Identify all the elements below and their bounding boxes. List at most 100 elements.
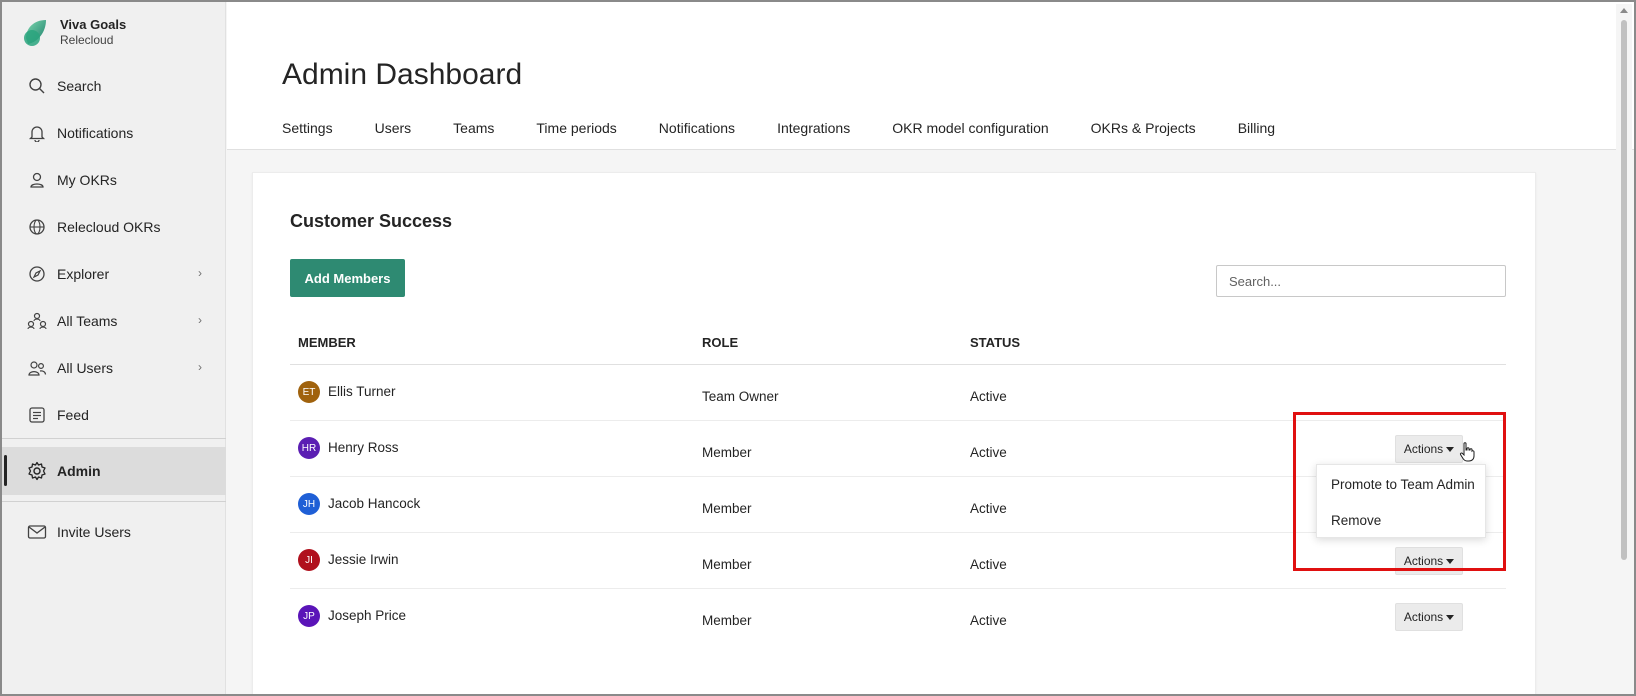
tab-billing[interactable]: Billing (1238, 120, 1275, 136)
member-role: Team Owner (702, 389, 779, 404)
chevron-right-icon: › (198, 313, 202, 327)
column-header-status: STATUS (970, 335, 1021, 350)
tab-notifications[interactable]: Notifications (659, 120, 735, 136)
scroll-up-arrow-icon[interactable] (1620, 8, 1628, 13)
team-members-card: Customer Success Add Members MEMBER ROLE… (252, 172, 1536, 694)
actions-label: Actions (1403, 554, 1444, 568)
tab-integrations[interactable]: Integrations (777, 120, 850, 136)
search-icon (26, 75, 48, 97)
person-icon (26, 169, 48, 191)
actions-button[interactable]: Actions (1395, 435, 1463, 463)
sidebar-item-explorer[interactable]: Explorer › (2, 250, 226, 297)
table-header: MEMBER ROLE STATUS (290, 313, 1506, 365)
actions-label: Actions (1403, 610, 1444, 624)
app-window: Viva Goals Relecloud Search Notification… (0, 0, 1636, 696)
sidebar-item-label: Relecloud OKRs (57, 218, 161, 235)
sidebar-item-label: Explorer (57, 265, 110, 282)
page-title: Admin Dashboard (282, 58, 523, 91)
sidebar-item-admin[interactable]: Admin (2, 447, 226, 495)
sidebar-item-label: Feed (57, 406, 89, 423)
sidebar-item-relecloud-okrs[interactable]: Relecloud OKRs (2, 203, 226, 250)
actions-button[interactable]: Actions (1395, 603, 1463, 631)
sidebar-item-my-okrs[interactable]: My OKRs (2, 156, 226, 203)
member-role: Member (702, 613, 752, 628)
users-icon (26, 357, 48, 379)
sidebar-item-label: All Teams (57, 312, 118, 329)
tab-teams[interactable]: Teams (453, 120, 494, 136)
avatar: ET (298, 381, 320, 403)
actions-dropdown-menu: Promote to Team Admin Remove (1316, 464, 1486, 538)
chevron-right-icon: › (198, 360, 202, 374)
member-name: Joseph Price (328, 608, 407, 623)
brand-name: Viva Goals (60, 16, 127, 32)
caret-down-icon (1446, 614, 1455, 620)
member-name: Jacob Hancock (328, 496, 421, 511)
brand-org: Relecloud (60, 32, 114, 47)
sidebar-item-all-users[interactable]: All Users › (2, 344, 226, 391)
caret-down-icon (1446, 558, 1455, 564)
sidebar-item-label: Search (57, 77, 102, 94)
search-input[interactable] (1216, 265, 1506, 297)
sidebar-item-label: Admin (57, 463, 101, 479)
table-row: JP Joseph Price Member Active Actions (290, 589, 1506, 645)
menu-item-promote-to-team-admin[interactable]: Promote to Team Admin (1331, 477, 1475, 492)
member-role: Member (702, 557, 752, 572)
sidebar: Viva Goals Relecloud Search Notification… (2, 2, 226, 694)
member-name: Ellis Turner (328, 384, 396, 399)
avatar: JI (298, 549, 320, 571)
table-row: ET Ellis Turner Team Owner Active (290, 365, 1506, 421)
tab-okrs-projects[interactable]: OKRs & Projects (1091, 120, 1196, 136)
tab-settings[interactable]: Settings (282, 120, 333, 136)
scroll-thumb[interactable] (1621, 20, 1627, 560)
avatar: JP (298, 605, 320, 627)
sidebar-item-search[interactable]: Search (2, 62, 226, 109)
actions-label: Actions (1403, 442, 1444, 456)
member-name: Jessie Irwin (328, 552, 399, 567)
chevron-right-icon: › (198, 266, 202, 280)
sidebar-item-all-teams[interactable]: All Teams › (2, 297, 226, 344)
viva-goals-logo (24, 20, 46, 46)
member-status: Active (970, 389, 1007, 404)
page-header: Admin Dashboard Settings Users Teams Tim… (227, 2, 1634, 150)
sidebar-divider (2, 501, 226, 502)
admin-tabs: Settings Users Teams Time periods Notifi… (282, 120, 1317, 136)
member-role: Member (702, 501, 752, 516)
member-name: Henry Ross (328, 440, 399, 455)
feed-icon (26, 404, 48, 426)
column-header-member: MEMBER (298, 335, 356, 350)
team-title: Customer Success (290, 211, 453, 231)
tab-users[interactable]: Users (375, 120, 412, 136)
sidebar-item-notifications[interactable]: Notifications (2, 109, 226, 156)
add-members-button[interactable]: Add Members (290, 259, 405, 297)
sidebar-item-feed[interactable]: Feed (2, 391, 226, 438)
hand-cursor-icon (1459, 442, 1475, 462)
sidebar-item-invite-users[interactable]: Invite Users (2, 508, 226, 555)
member-status: Active (970, 613, 1007, 628)
sidebar-item-label: All Users (57, 359, 114, 376)
teams-icon (26, 310, 48, 332)
table-row: JI Jessie Irwin Member Active Actions (290, 533, 1506, 589)
actions-button[interactable]: Actions (1395, 547, 1463, 575)
sidebar-item-label: My OKRs (57, 171, 117, 188)
compass-icon (26, 263, 48, 285)
brand[interactable]: Viva Goals Relecloud (20, 16, 126, 48)
mail-icon (26, 521, 48, 543)
caret-down-icon (1446, 446, 1455, 452)
member-role: Member (702, 445, 752, 460)
column-header-role: ROLE (702, 335, 739, 350)
gear-icon (26, 460, 48, 482)
avatar: HR (298, 437, 320, 459)
sidebar-nav: Search Notifications My OKRs Relecloud O… (2, 62, 226, 555)
tab-okr-model-configuration[interactable]: OKR model configuration (892, 120, 1048, 136)
member-status: Active (970, 557, 1007, 572)
avatar: JH (298, 493, 320, 515)
sidebar-divider (2, 438, 226, 439)
menu-item-remove[interactable]: Remove (1331, 513, 1381, 528)
sidebar-item-label: Notifications (57, 124, 134, 141)
member-status: Active (970, 445, 1007, 460)
vertical-scrollbar[interactable] (1616, 4, 1632, 692)
tab-time-periods[interactable]: Time periods (536, 120, 616, 136)
globe-icon (26, 216, 48, 238)
bell-icon (26, 122, 48, 144)
member-status: Active (970, 501, 1007, 516)
